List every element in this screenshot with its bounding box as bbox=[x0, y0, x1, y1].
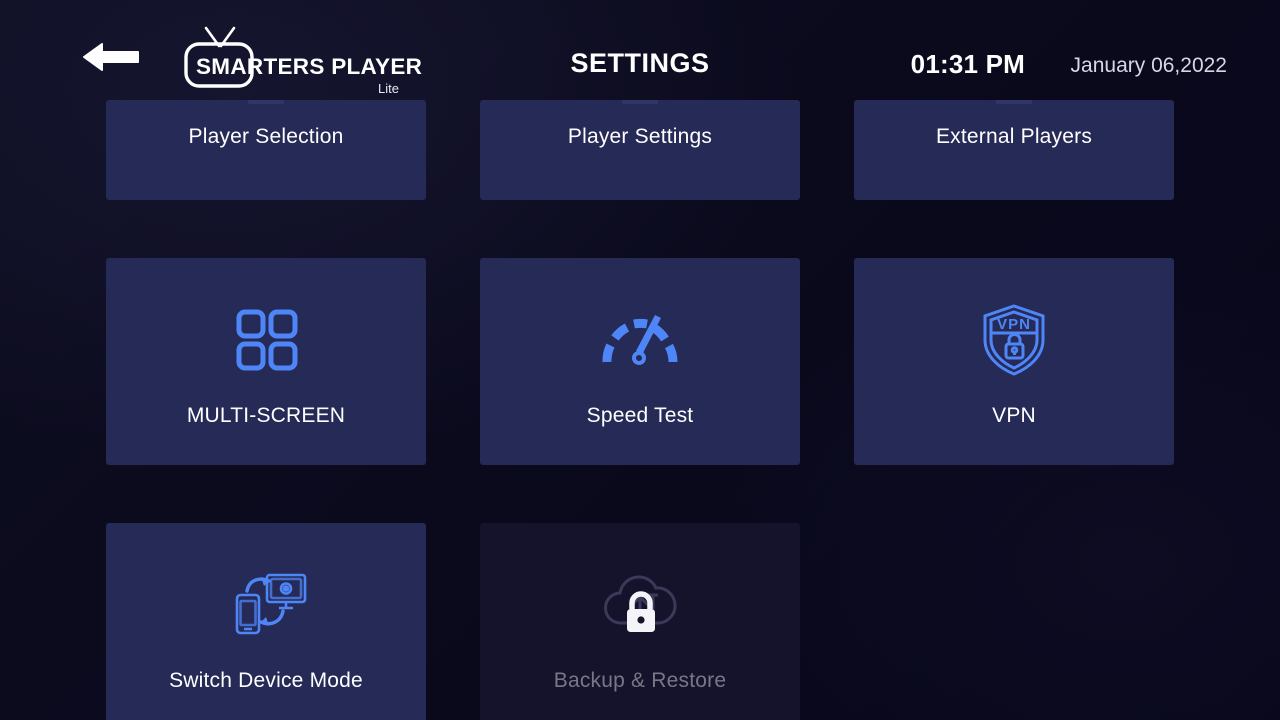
settings-card-backup-restore: Backup & Restore bbox=[480, 523, 800, 720]
settings-card-label: External Players bbox=[935, 125, 1093, 148]
speedometer-gauge-icon bbox=[480, 300, 800, 378]
phone-tv-swap-icon bbox=[106, 565, 426, 643]
settings-card-label: Speed Test bbox=[586, 404, 694, 427]
settings-card-label: MULTI-SCREEN bbox=[186, 404, 346, 427]
settings-card-switch-device-mode[interactable]: Switch Device Mode bbox=[106, 523, 426, 720]
app-header: SMARTERS PLAYER Lite SETTINGS 01:31 PM J… bbox=[0, 0, 1280, 100]
clipped-icon-remnant bbox=[996, 100, 1032, 104]
settings-card-label: Player Selection bbox=[188, 125, 344, 148]
settings-card-player-selection[interactable]: Player Selection bbox=[106, 100, 426, 200]
app-logo-sub: Lite bbox=[378, 81, 399, 96]
clipped-icon-remnant bbox=[622, 100, 658, 104]
clock-date: January 06,2022 bbox=[1070, 54, 1227, 77]
settings-card-label: VPN bbox=[992, 404, 1036, 427]
settings-card-player-settings[interactable]: Player Settings bbox=[480, 100, 800, 200]
settings-screen: SMARTERS PLAYER Lite SETTINGS 01:31 PM J… bbox=[0, 0, 1280, 720]
clipped-icon-remnant bbox=[248, 100, 284, 104]
cloud-lock-icon bbox=[480, 565, 800, 643]
settings-card-multi-screen[interactable]: MULTI-SCREEN bbox=[106, 258, 426, 465]
settings-card-label: Backup & Restore bbox=[553, 669, 727, 692]
settings-card-vpn[interactable]: VPN VPN bbox=[854, 258, 1174, 465]
grid-four-squares-icon bbox=[106, 300, 426, 378]
settings-card-speed-test[interactable]: Speed Test bbox=[480, 258, 800, 465]
settings-card-label: Switch Device Mode bbox=[169, 669, 363, 692]
settings-card-label: Player Settings bbox=[567, 125, 713, 148]
clock-time: 01:31 PM bbox=[910, 49, 1025, 79]
settings-card-external-players[interactable]: External Players bbox=[854, 100, 1174, 200]
vpn-shield-lock-icon: VPN bbox=[854, 300, 1174, 378]
settings-grid: Player Selection Player Settings External … bbox=[106, 100, 1176, 720]
svg-text:VPN: VPN bbox=[997, 316, 1031, 333]
